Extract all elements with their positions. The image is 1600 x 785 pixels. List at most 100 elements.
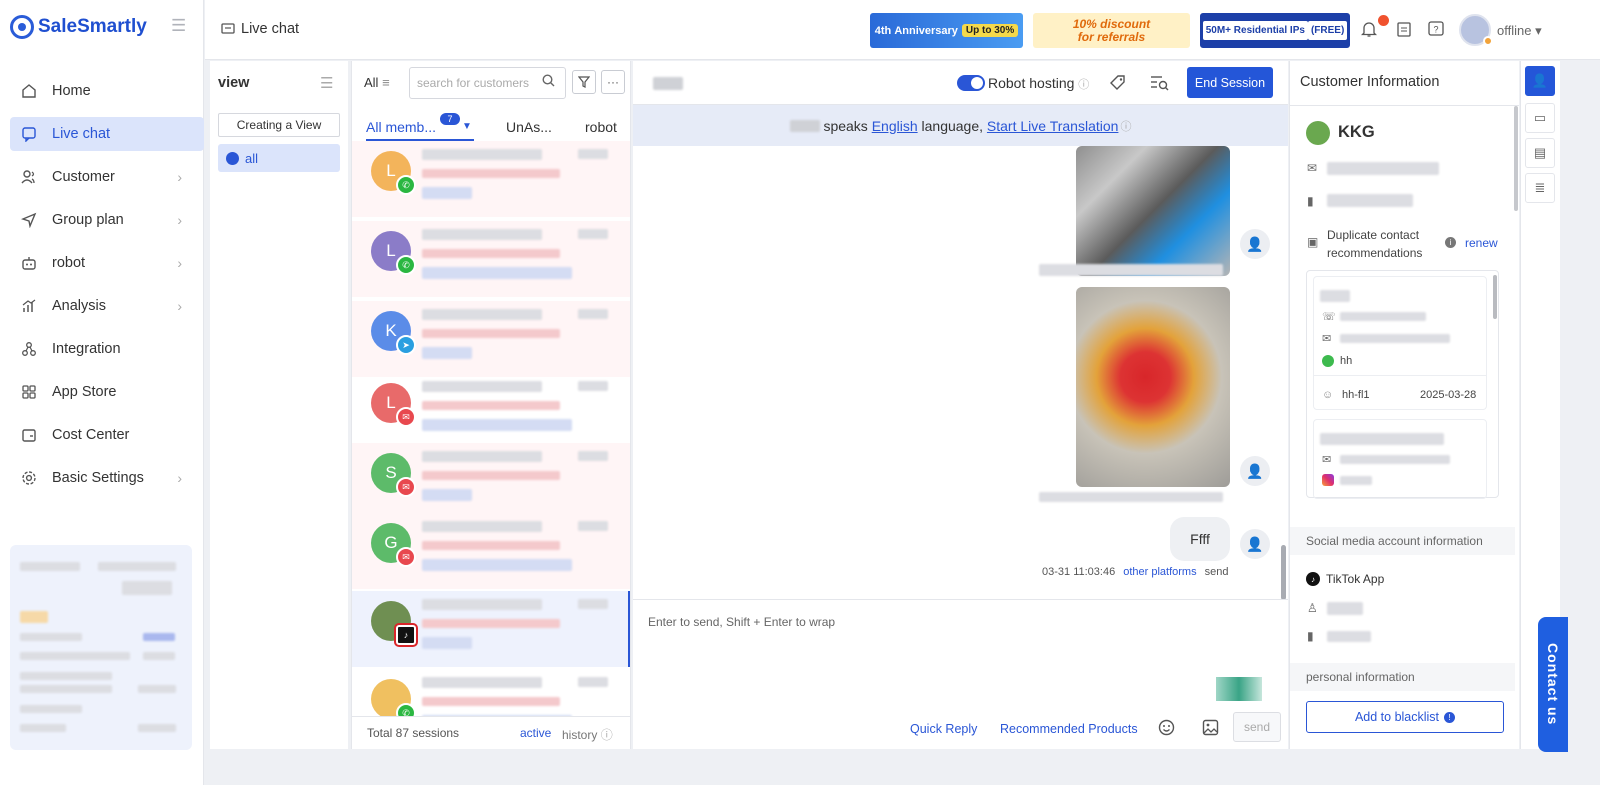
sidebar-item-customer[interactable]: Customer › [10,160,204,194]
analysis-icon [20,297,38,315]
recommended-products-button[interactable]: Recommended Products [1000,722,1138,736]
quick-reply-button[interactable]: Quick Reply [910,722,977,736]
personal-info-section: personal information [1290,663,1515,691]
ips-banner[interactable]: 50M+ Residential IPs (FREE) [1200,13,1350,48]
sidebar-item-group-plan[interactable]: Group plan › [10,203,204,237]
ips-text: 50M+ Residential IPs [1202,21,1308,40]
duplicate-contact-card[interactable]: ✉ [1313,419,1487,499]
sidebar-item-home[interactable]: Home [10,74,204,108]
sidebar-item-basic-settings[interactable]: Basic Settings › [10,461,204,495]
session-row[interactable]: L ✉ [352,373,630,449]
tiktok-icon: ♪ [394,623,418,647]
collapse-menu-icon[interactable]: ☰ [171,16,186,36]
help-icon[interactable]: ? [1425,18,1447,40]
wallet-icon [20,426,38,444]
message-bubble: Ffff [1170,517,1230,561]
redacted-text [422,169,560,178]
composer-placeholder: Enter to send, Shift + Enter to wrap [648,615,836,629]
scrollbar[interactable] [1514,106,1518,211]
duplicate-contacts-list: ☏ ✉ hh ☺ hh-fl1 2025-03-28 ✉ [1306,270,1499,499]
home-icon [20,82,38,100]
image-icon[interactable] [1202,719,1219,736]
scrollbar[interactable] [1281,545,1286,600]
sidebar-item-analysis[interactable]: Analysis › [10,289,204,323]
anniversary-banner[interactable]: 4th Anniversary Up to 30% [870,13,1023,48]
id-card-icon[interactable]: ▤ [1525,138,1555,168]
filter-label: All [364,75,379,90]
logo[interactable]: SaleSmartly [10,12,147,42]
contact-us-button[interactable]: Contact us [1538,617,1568,752]
clipboard-icon[interactable] [1393,18,1415,40]
history-toggle[interactable]: history ⓘ [562,726,613,743]
social-app: ♪ TikTok App [1306,572,1384,586]
create-view-button[interactable]: Creating a View [218,113,340,137]
caret-down-icon[interactable]: ▼ [462,121,472,132]
session-row[interactable]: K ➤ [352,301,630,377]
search-icon[interactable] [542,74,555,87]
referral-banner[interactable]: 10% discount for referrals [1033,13,1190,48]
redacted-text [422,541,560,550]
menu-icon[interactable]: ☰ [320,74,333,92]
status-dropdown[interactable]: offline ▾ [1497,23,1542,39]
session-row[interactable]: L ✆ [352,221,630,297]
message-platform[interactable]: other platforms [1123,566,1196,578]
sidebar-item-live-chat[interactable]: Live chat [10,117,204,151]
add-to-blacklist-button[interactable]: Add to blacklist ! [1306,701,1504,733]
image-message[interactable] [1076,146,1230,276]
duplicate-contact-card[interactable]: ☏ ✉ hh ☺ hh-fl1 2025-03-28 [1313,276,1487,410]
filter-icon[interactable] [572,70,596,94]
sidebar-item-integration[interactable]: Integration [10,332,204,366]
emoji-icon[interactable] [1158,719,1175,736]
created-date: 2025-03-28 [1420,389,1477,401]
sidebar-item-app-store[interactable]: App Store [10,375,204,409]
end-session-button[interactable]: End Session [1187,67,1273,98]
session-row[interactable]: ✆ [352,669,630,716]
robot-hosting-toggle[interactable] [957,75,985,91]
filter-dropdown[interactable]: All ≡ [364,75,390,90]
scrollbar[interactable] [1493,275,1497,319]
translate-widget[interactable] [1216,677,1262,701]
status-label: offline [1497,23,1532,38]
chevron-right-icon: › [177,470,182,486]
active-toggle[interactable]: active [520,726,551,740]
session-row[interactable]: G ✉ [352,513,630,589]
language-bar: speaks English language, Start Live Tran… [633,105,1288,146]
customer-info-title: Customer Information [1300,74,1440,90]
session-row[interactable]: ♪ [352,591,630,667]
bell-icon[interactable] [1358,18,1380,40]
session-row[interactable]: L ✆ [352,141,630,217]
redacted-text [422,697,560,706]
notes-icon[interactable]: ≣ [1525,173,1555,203]
sidebar-item-cost-center[interactable]: Cost Center [10,418,204,452]
tab-badge: 7 [440,113,460,125]
chevron-right-icon: › [177,298,182,314]
divider [1290,105,1519,106]
email-icon: ✉ [396,477,416,497]
message-icon[interactable]: ▭ [1525,103,1555,133]
tab-robot[interactable]: robot [585,119,617,135]
chat-toolbar: Robot hosting ⓘ End Session [633,61,1288,105]
send-button[interactable]: send [1233,712,1281,742]
tab-all-members[interactable]: All memb... [366,119,436,135]
composer[interactable]: Enter to send, Shift + Enter to wrap Qui… [633,599,1288,749]
apps-icon [20,383,38,401]
search-list-icon[interactable] [1150,74,1170,92]
promo-card[interactable] [10,545,192,750]
customer-profile-icon[interactable]: 👤 [1525,66,1555,96]
view-all[interactable]: all [218,144,340,172]
contact-us-label: Contact us [1545,643,1561,726]
total-sessions: Total 87 sessions [367,726,460,740]
image-message[interactable] [1076,287,1230,487]
tag-icon[interactable] [1109,74,1127,92]
session-row[interactable]: S ✉ [352,443,630,519]
svg-text:?: ? [1433,25,1438,35]
language-link[interactable]: English [872,118,918,134]
tab-unassigned[interactable]: UnAs... [506,119,552,135]
robot-icon [20,254,38,272]
more-icon[interactable]: ··· [601,70,625,94]
renew-link[interactable]: renew [1465,236,1498,250]
sidebar-item-robot[interactable]: robot › [10,246,204,280]
robot-hosting: Robot hosting ⓘ [988,75,1089,92]
start-translation-link[interactable]: Start Live Translation [987,118,1119,134]
email-icon: ✉ [396,547,416,567]
